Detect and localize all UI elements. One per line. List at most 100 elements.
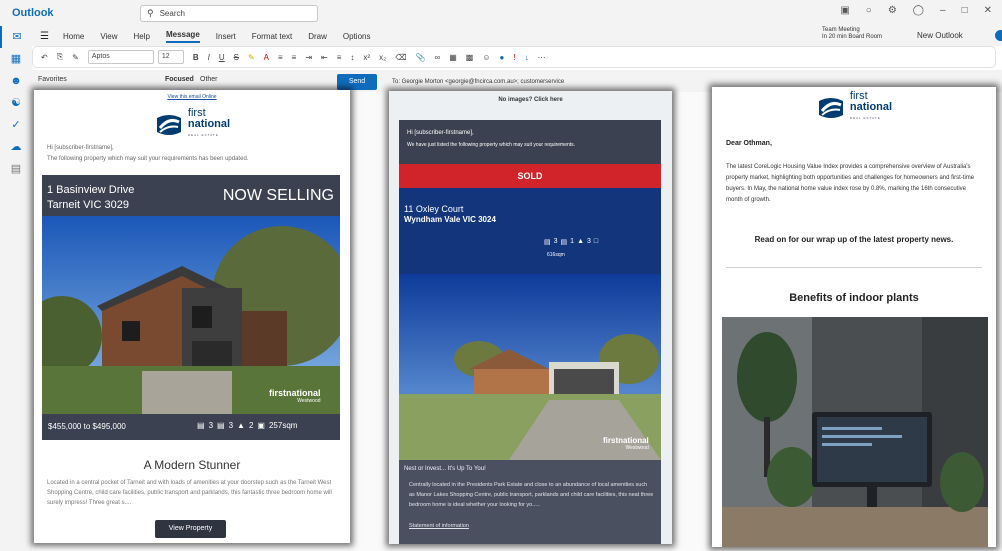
no-images-link[interactable]: No images? Click here — [389, 97, 672, 103]
view-online-link[interactable]: View this email Online — [34, 94, 350, 100]
bold-icon[interactable]: B — [193, 53, 199, 62]
divider — [726, 267, 982, 268]
land-size: 257sqm — [268, 421, 298, 430]
highlight-icon[interactable]: ✎ — [248, 53, 255, 62]
property-photo — [42, 216, 340, 414]
car-icon: ▲ — [237, 421, 245, 430]
ribbon-toolbar: ↶ ⎘ ✎ Aptos 12 B I U S ✎ A ≡ ≡ ⇥ ⇤ ≡ ↕ x… — [32, 46, 996, 68]
dictate-icon[interactable]: ● — [499, 53, 504, 62]
new-outlook-label: New Outlook — [917, 31, 963, 40]
gear-icon[interactable]: ⚙ — [888, 5, 897, 16]
tab-format-text[interactable]: Format text — [252, 32, 292, 41]
bullets-icon[interactable]: ≡ — [278, 53, 283, 62]
listing-description: Located in a central pocket of Tarneit a… — [47, 480, 332, 506]
italic-icon[interactable]: I — [208, 53, 210, 62]
tab-insert[interactable]: Insert — [216, 32, 236, 41]
subscript-icon[interactable]: x₂ — [379, 53, 386, 62]
features-row: ▤ 3 ▤ 1 ▲ 3 □ — [544, 238, 598, 246]
emoji-icon[interactable]: ☺ — [482, 53, 490, 62]
apps-icon[interactable]: ▤ — [0, 158, 32, 180]
search-placeholder: Search — [159, 8, 185, 18]
new-outlook-toggle[interactable] — [995, 30, 1002, 41]
more-options-icon[interactable]: ⋯ — [538, 53, 546, 62]
window-controls: ▣ ○ ⚙ ◯ – □ ✕ — [840, 5, 992, 16]
nav-rail: ✉ ▦ ☻ ☯ ✓ ☁ ▤ — [0, 26, 32, 551]
price-bar: $455,000 to $495,000 ▤ 3 ▤ 3 ▲ 2 ▣ 257sqm — [42, 414, 340, 440]
bath-icon: ▤ — [217, 421, 225, 430]
property-photo — [399, 274, 661, 460]
logo-tagline: REAL ESTATE — [849, 116, 881, 120]
email-preview-now-selling: View this email Online first national RE… — [34, 90, 350, 543]
sold-banner: SOLD — [399, 164, 661, 188]
greeting: Hi [subscriber-firstname], — [407, 130, 474, 136]
attach-icon[interactable]: 📎 — [416, 53, 426, 62]
tab-draw[interactable]: Draw — [308, 32, 327, 41]
bell-icon[interactable]: ○ — [866, 5, 872, 16]
bed-icon: ▤ — [544, 239, 551, 246]
listing-summary: Nest or Invest... It's Up To You! Centra… — [399, 460, 661, 544]
meeting-reminder[interactable]: Team Meeting In 20 min Board Room — [822, 27, 882, 41]
todo-icon[interactable]: ✓ — [0, 114, 32, 136]
greeting-block: Hi [subscriber-firstname], We have just … — [399, 120, 661, 164]
tab-home[interactable]: Home — [63, 32, 84, 41]
font-color-icon[interactable]: A — [264, 53, 269, 62]
address-line2: Wyndham Vale VIC 3024 — [404, 215, 496, 224]
send-button[interactable]: Send — [337, 74, 377, 90]
numbering-icon[interactable]: ≡ — [292, 53, 297, 62]
groups-icon[interactable]: ☯ — [0, 92, 32, 114]
ribbon-tabs: ☰ Home View Help Message Insert Format t… — [32, 26, 1002, 46]
logo-word-national: national — [849, 101, 893, 113]
importance-low-icon[interactable]: ↓ — [525, 53, 529, 62]
close-icon[interactable]: ✕ — [984, 5, 992, 16]
favorites-label[interactable]: Favorites — [38, 76, 67, 83]
minimize-icon[interactable]: – — [940, 5, 946, 16]
font-size-select[interactable]: 12 — [157, 50, 184, 64]
format-painter-icon[interactable]: ✎ — [72, 53, 79, 62]
brand-logo: first national REAL ESTATE — [712, 91, 996, 124]
table-icon[interactable]: ▦ — [449, 53, 457, 62]
onedrive-icon[interactable]: ☁ — [0, 136, 32, 158]
read-on-text: Read on for our wrap up of the latest pr… — [754, 235, 954, 244]
calendar-icon[interactable]: ▦ — [0, 48, 32, 70]
tab-help[interactable]: Help — [134, 32, 150, 41]
outdent-icon[interactable]: ⇤ — [321, 53, 328, 62]
indent-icon[interactable]: ⇥ — [305, 53, 312, 62]
undo-icon[interactable]: ↶ — [41, 53, 48, 62]
chart-icon[interactable]: ▩ — [466, 53, 474, 62]
view-property-button[interactable]: View Property — [155, 520, 226, 538]
market-paragraph: The latest CoreLogic Housing Value Index… — [726, 164, 975, 203]
logo-word-national: national — [187, 118, 231, 130]
clear-format-icon[interactable]: ⌫ — [395, 53, 406, 62]
search-input[interactable]: ⚲ Search — [140, 4, 318, 22]
tab-message[interactable]: Message — [165, 30, 200, 43]
statement-link[interactable]: Statement of information — [409, 523, 469, 529]
paste-icon[interactable]: ⎘ — [57, 52, 63, 62]
tab-view[interactable]: View — [100, 32, 117, 41]
menu-icon[interactable]: ☰ — [40, 31, 49, 42]
meeting-title: Team Meeting — [822, 27, 860, 33]
tab-other[interactable]: Other — [200, 76, 218, 83]
photo-watermark-office: Westwood — [297, 398, 321, 404]
restore-icon[interactable]: □ — [962, 5, 968, 16]
listing-banner: 1 Basinview Drive Tarneit VIC 3029 NOW S… — [42, 175, 340, 216]
article-title: Benefits of indoor plants — [789, 292, 919, 304]
tab-focused[interactable]: Focused — [165, 76, 194, 83]
logo-mark-icon — [156, 114, 181, 135]
importance-high-icon[interactable]: ! — [513, 53, 515, 62]
logo-tagline: REAL ESTATE — [187, 133, 219, 137]
link-icon[interactable]: ∞ — [434, 53, 440, 62]
tab-options[interactable]: Options — [343, 32, 371, 41]
superscript-icon[interactable]: x² — [363, 53, 370, 62]
bed-icon: ▤ — [197, 421, 205, 430]
lightbulb-icon[interactable]: ◯ — [913, 5, 924, 16]
features-row: ▤ 3 ▤ 3 ▲ 2 ▣ 257sqm — [197, 421, 297, 430]
font-name-select[interactable]: Aptos — [87, 50, 154, 64]
people-icon[interactable]: ☻ — [0, 70, 32, 92]
line-spacing-icon[interactable]: ↕ — [350, 53, 354, 62]
teams-icon[interactable]: ▣ — [840, 5, 849, 16]
mail-icon[interactable]: ✉ — [0, 26, 32, 48]
underline-icon[interactable]: U — [219, 53, 225, 62]
to-recipients[interactable]: To: Georgie Morton <georgie@fncirca.com.… — [392, 79, 564, 85]
strikethrough-icon[interactable]: S — [234, 53, 239, 62]
align-icon[interactable]: ≡ — [337, 53, 342, 62]
